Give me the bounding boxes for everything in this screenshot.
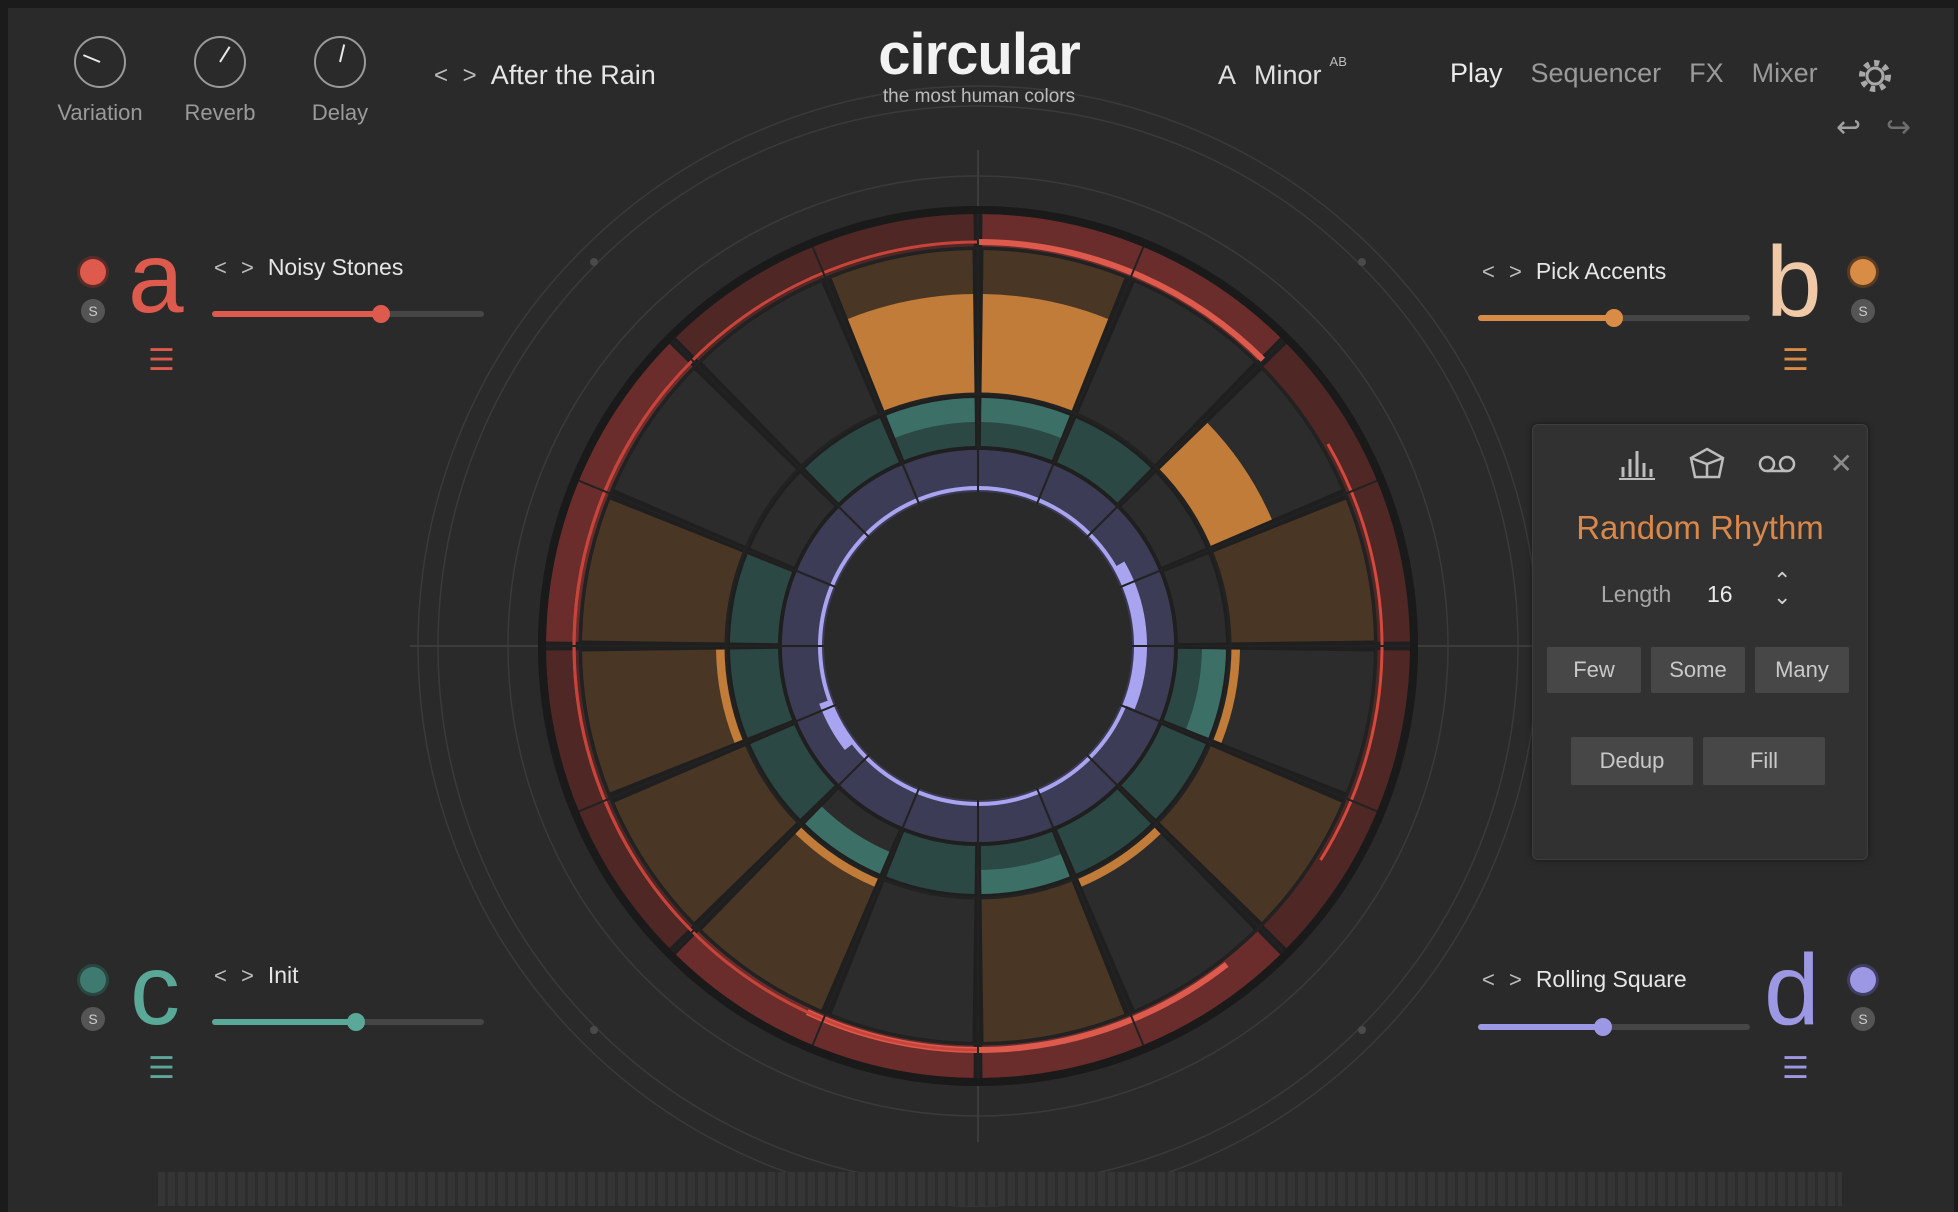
layer-a-enable-dot[interactable]: [80, 259, 106, 285]
reverb-knob-indicator: [219, 46, 231, 63]
layer-b-volume-slider[interactable]: [1478, 309, 1750, 327]
layer-d-volume-fill: [1478, 1024, 1604, 1030]
close-icon[interactable]: ✕: [1830, 447, 1853, 480]
wheel-center: [824, 492, 1132, 800]
guide-node: [1358, 1026, 1366, 1034]
preset-name[interactable]: After the Rain: [491, 60, 656, 91]
layer-d-arrows[interactable]: < >: [1482, 967, 1526, 993]
layer-a-preset[interactable]: < > Noisy Stones: [214, 254, 403, 281]
length-decrement-icon[interactable]: ⌄: [1773, 586, 1791, 608]
layer-c-preset-name[interactable]: Init: [268, 962, 299, 989]
scale-mode[interactable]: Minor: [1254, 60, 1322, 90]
layer-b-solo-button[interactable]: S: [1851, 299, 1875, 323]
few-button[interactable]: Few: [1547, 647, 1641, 693]
layer-d-volume-thumb[interactable]: [1594, 1018, 1613, 1036]
layer-c-menu-icon[interactable]: ☰: [148, 1054, 175, 1084]
layer-a-preset-name[interactable]: Noisy Stones: [268, 254, 404, 281]
length-stepper[interactable]: ⌃ ⌄: [1773, 570, 1791, 608]
redo-icon[interactable]: ↪: [1886, 110, 1911, 145]
layer-a-menu-icon[interactable]: ☰: [148, 346, 175, 376]
keyboard-strip[interactable]: [158, 1172, 1842, 1206]
layer-b-volume-fill: [1478, 315, 1614, 321]
layer-b-enable-dot[interactable]: [1850, 259, 1876, 285]
layer-b-menu-icon[interactable]: ☰: [1782, 346, 1809, 376]
layer-a-volume-thumb[interactable]: [371, 305, 390, 323]
undo-icon[interactable]: ↩: [1836, 110, 1861, 145]
random-rhythm-panel: ✕ Random Rhythm Length 16 ⌃ ⌄ Few Some M…: [1532, 424, 1868, 860]
variation-knob-dial[interactable]: [74, 36, 126, 88]
app-logo: circular the most human colors: [866, 26, 1092, 108]
scale-key[interactable]: A: [1218, 60, 1236, 90]
layer-d-volume-slider[interactable]: [1478, 1018, 1750, 1036]
layer-a-volume-fill: [212, 311, 381, 317]
length-value[interactable]: 16: [1707, 581, 1733, 608]
dedup-button[interactable]: Dedup: [1571, 737, 1693, 785]
delay-knob-dial[interactable]: [314, 36, 366, 88]
layer-c-volume-fill: [212, 1019, 357, 1025]
ab-toggle[interactable]: AB: [1330, 54, 1347, 69]
variation-knob[interactable]: Variation: [40, 36, 160, 126]
panel-title: Random Rhythm: [1576, 509, 1824, 546]
layer-b-arrows[interactable]: < >: [1482, 259, 1526, 285]
delay-knob-indicator: [339, 44, 346, 63]
layer-c-enable-dot[interactable]: [80, 967, 106, 993]
many-button[interactable]: Many: [1755, 647, 1849, 693]
layer-c-solo-button[interactable]: S: [81, 1007, 105, 1031]
tab-mixer[interactable]: Mixer: [1752, 58, 1818, 89]
tab-sequencer[interactable]: Sequencer: [1531, 58, 1662, 89]
variation-knob-indicator: [82, 54, 101, 63]
reverb-knob-dial[interactable]: [194, 36, 246, 88]
gear-icon[interactable]: [1856, 57, 1894, 95]
guide-node: [590, 1026, 598, 1034]
layer-d-preset-name[interactable]: Rolling Square: [1536, 966, 1687, 993]
layer-d-letter: d: [1764, 934, 1820, 1046]
bars-chart-icon[interactable]: [1617, 447, 1657, 481]
delay-knob[interactable]: Delay: [280, 36, 400, 126]
variation-knob-label: Variation: [57, 100, 143, 125]
guide-node: [1358, 258, 1366, 266]
polyhedron-icon[interactable]: [1687, 447, 1727, 481]
layer-c-letter: c: [130, 934, 180, 1046]
tab-fx[interactable]: FX: [1689, 58, 1724, 89]
length-label: Length: [1601, 581, 1672, 607]
logo-subtitle: the most human colors: [882, 86, 1076, 107]
layer-b-preset-name[interactable]: Pick Accents: [1536, 258, 1666, 285]
some-button[interactable]: Some: [1651, 647, 1745, 693]
layer-a-volume-slider[interactable]: [212, 305, 484, 323]
layer-a-letter: a: [128, 222, 184, 334]
preset-arrows[interactable]: < >: [434, 62, 481, 90]
guide-node: [590, 258, 598, 266]
layer-d-enable-dot[interactable]: [1850, 967, 1876, 993]
layer-a-arrows[interactable]: < >: [214, 255, 258, 281]
layer-c-volume-slider[interactable]: [212, 1013, 484, 1031]
layer-d-menu-icon[interactable]: ☰: [1782, 1054, 1809, 1084]
fill-button[interactable]: Fill: [1703, 737, 1825, 785]
main-nav: Play Sequencer FX Mixer: [1450, 58, 1818, 89]
layer-c-arrows[interactable]: < >: [214, 963, 258, 989]
tape-icon[interactable]: [1757, 447, 1797, 481]
reverb-knob-label: Reverb: [184, 100, 256, 125]
panel-mode-icons: [1617, 447, 1797, 481]
reverb-knob[interactable]: Reverb: [160, 36, 280, 126]
preset-selector[interactable]: < > After the Rain: [434, 60, 656, 91]
delay-knob-label: Delay: [311, 100, 369, 125]
scale-selector[interactable]: A Minor AB: [1218, 54, 1347, 91]
layer-b-preset[interactable]: < > Pick Accents: [1482, 258, 1666, 285]
layer-d-preset[interactable]: < > Rolling Square: [1482, 966, 1687, 993]
tab-play[interactable]: Play: [1450, 58, 1503, 89]
logo-title: circular: [878, 22, 1081, 87]
layer-a-solo-button[interactable]: S: [81, 299, 105, 323]
layer-c-preset[interactable]: < > Init: [214, 962, 299, 989]
layer-b-letter: b: [1766, 226, 1822, 338]
layer-d-solo-button[interactable]: S: [1851, 1007, 1875, 1031]
layer-b-volume-thumb[interactable]: [1605, 309, 1623, 327]
